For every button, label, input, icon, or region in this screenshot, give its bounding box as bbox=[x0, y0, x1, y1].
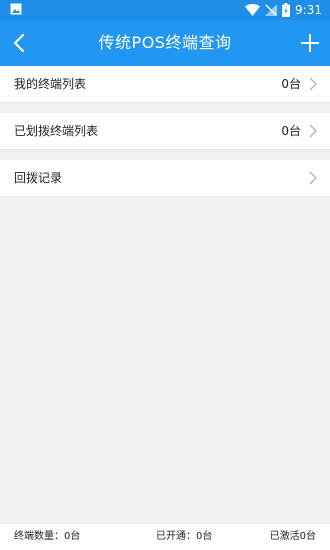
chevron-right-icon bbox=[309, 124, 317, 138]
menu-item-label: 我的终端列表 bbox=[14, 77, 87, 91]
battery-icon bbox=[282, 3, 291, 17]
menu-item-count: 0台 bbox=[281, 124, 301, 138]
back-arrow-icon[interactable] bbox=[10, 32, 30, 54]
opened-count: 已开通：0台 bbox=[156, 531, 213, 542]
menu-item-callback-records[interactable]: 回拨记录 bbox=[0, 160, 330, 197]
chevron-right-icon bbox=[309, 171, 317, 185]
activated-count: 已激活0台 bbox=[269, 531, 316, 542]
menu-item-count: 0台 bbox=[281, 77, 301, 91]
page-title: 传统POS终端查询 bbox=[98, 33, 232, 52]
chevron-right-icon bbox=[309, 77, 317, 91]
title-bar: 传统POS终端查询 bbox=[0, 20, 330, 66]
terminal-count: 终端数量：0台 bbox=[14, 531, 81, 542]
divider bbox=[0, 103, 330, 113]
no-sim-icon bbox=[265, 4, 278, 16]
wifi-icon bbox=[245, 4, 261, 16]
menu-list: 我的终端列表 0台 已划拨终端列表 0台 回拨记录 bbox=[0, 66, 330, 197]
image-icon bbox=[10, 3, 22, 15]
menu-item-allocated-terminals[interactable]: 已划拨终端列表 0台 bbox=[0, 113, 330, 150]
menu-item-my-terminals[interactable]: 我的终端列表 0台 bbox=[0, 66, 330, 103]
status-bar: 9:31 bbox=[0, 0, 330, 20]
plus-icon[interactable] bbox=[300, 33, 320, 53]
divider bbox=[0, 150, 330, 160]
menu-item-label: 回拨记录 bbox=[14, 171, 63, 185]
status-time: 9:31 bbox=[295, 3, 322, 17]
footer-summary: 终端数量：0台 已开通：0台 已激活0台 bbox=[0, 523, 330, 550]
menu-item-label: 已划拨终端列表 bbox=[14, 124, 99, 138]
